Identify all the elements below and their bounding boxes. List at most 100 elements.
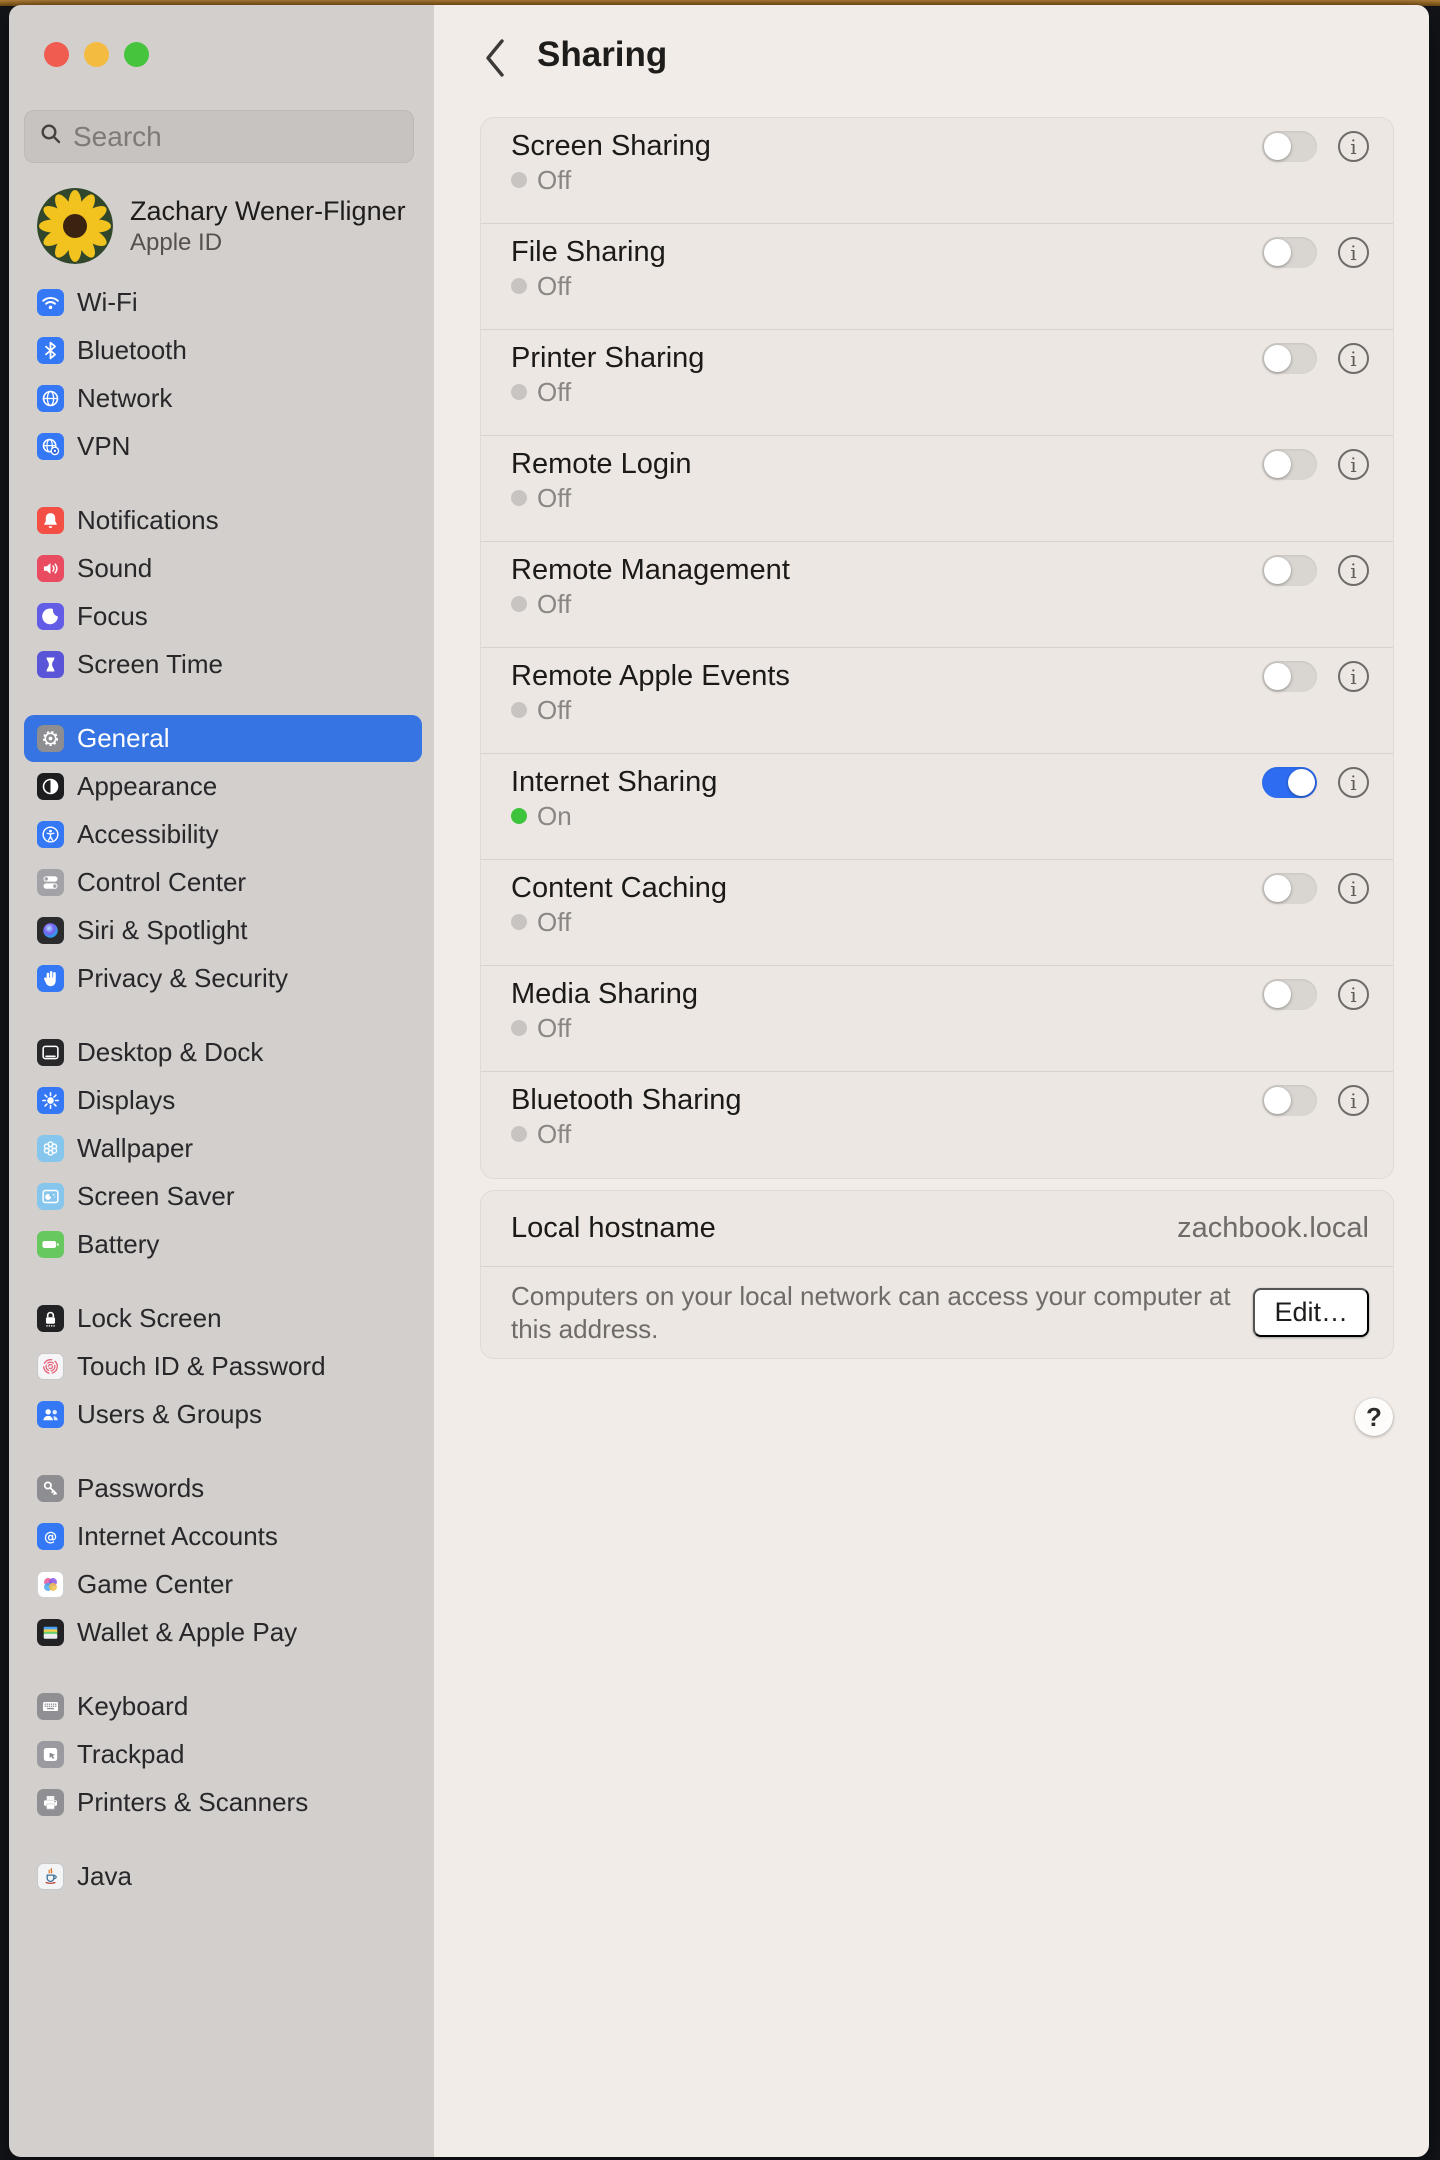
siri-orb-icon	[37, 917, 64, 944]
sidebar-item-siri-spotlight[interactable]: Siri & Spotlight	[24, 907, 422, 954]
sidebar-item-label: Users & Groups	[77, 1399, 262, 1430]
remote-login-info-button[interactable]: i	[1338, 449, 1369, 480]
hourglass-icon	[37, 651, 64, 678]
sidebar-item-label: Focus	[77, 601, 148, 632]
crescent-moon-icon	[37, 603, 64, 630]
edit-hostname-button[interactable]: Edit…	[1253, 1288, 1369, 1337]
sidebar-item-label: Appearance	[77, 771, 217, 802]
sidebar-item-appearance[interactable]: Appearance	[24, 763, 422, 810]
help-button[interactable]: ?	[1355, 1398, 1393, 1436]
appearance-contrast-icon	[37, 773, 64, 800]
sidebar-item-vpn[interactable]: VPN	[24, 423, 422, 470]
status-text: Off	[537, 165, 571, 196]
minimize-button[interactable]	[84, 42, 109, 67]
sidebar-item-screen-time[interactable]: Screen Time	[24, 641, 422, 688]
sidebar-item-label: Trackpad	[77, 1739, 184, 1770]
sidebar-item-game-center[interactable]: Game Center	[24, 1561, 422, 1608]
sidebar-item-sound[interactable]: Sound	[24, 545, 422, 592]
status-dot	[511, 808, 527, 824]
sidebar-item-label: Wallet & Apple Pay	[77, 1617, 297, 1648]
sidebar-item-keyboard[interactable]: Keyboard	[24, 1683, 422, 1730]
sidebar-item-wallpaper[interactable]: Wallpaper	[24, 1125, 422, 1172]
sidebar-item-passwords[interactable]: Passwords	[24, 1465, 422, 1512]
sidebar-item-general[interactable]: General	[24, 715, 422, 762]
apple-id-profile[interactable]: Zachary Wener-Fligner Apple ID	[37, 188, 406, 264]
svg-text:@: @	[44, 1530, 57, 1545]
sharing-row-internet-sharing: Internet Sharing On i	[481, 754, 1393, 860]
file-sharing-info-button[interactable]: i	[1338, 237, 1369, 268]
sidebar-item-internet-accounts[interactable]: @ Internet Accounts	[24, 1513, 422, 1560]
two-people-icon	[37, 1401, 64, 1428]
sidebar-item-label: Accessibility	[77, 819, 219, 850]
remote-login-toggle[interactable]	[1262, 449, 1317, 480]
remote-apple-events-info-button[interactable]: i	[1338, 661, 1369, 692]
close-button[interactable]	[44, 42, 69, 67]
desktop-dock-icon	[37, 1039, 64, 1066]
row-title: Media Sharing	[511, 977, 698, 1011]
sidebar-item-control-center[interactable]: Control Center	[24, 859, 422, 906]
remote-apple-events-toggle[interactable]	[1262, 661, 1317, 692]
media-sharing-info-button[interactable]: i	[1338, 979, 1369, 1010]
sidebar-item-label: Network	[77, 383, 172, 414]
status-text: Off	[537, 377, 571, 408]
sidebar-item-java[interactable]: Java	[24, 1853, 422, 1900]
screen-sharing-toggle[interactable]	[1262, 131, 1317, 162]
bluetooth-sharing-info-button[interactable]: i	[1338, 1085, 1369, 1116]
zoom-button[interactable]	[124, 42, 149, 67]
status-text: Off	[537, 1119, 571, 1150]
sharing-row-screen-sharing: Screen Sharing Off i	[481, 118, 1393, 224]
sidebar: Search	[9, 5, 434, 2157]
remote-management-info-button[interactable]: i	[1338, 555, 1369, 586]
status-text: Off	[537, 483, 571, 514]
sidebar-item-users-groups[interactable]: Users & Groups	[24, 1391, 422, 1438]
sidebar-item-desktop-dock[interactable]: Desktop & Dock	[24, 1029, 422, 1076]
status-text: Off	[537, 907, 571, 938]
file-sharing-toggle[interactable]	[1262, 237, 1317, 268]
printer-sharing-info-button[interactable]: i	[1338, 343, 1369, 374]
toggles-icon	[37, 869, 64, 896]
status-dot	[511, 490, 527, 506]
sidebar-item-touch-id-password[interactable]: Touch ID & Password	[24, 1343, 422, 1390]
sidebar-item-trackpad[interactable]: Trackpad	[24, 1731, 422, 1778]
sidebar-item-wifi[interactable]: Wi-Fi	[24, 279, 422, 326]
toggle-knob	[1264, 1087, 1291, 1114]
internet-sharing-info-button[interactable]: i	[1338, 767, 1369, 798]
local-hostname-value: zachbook.local	[1177, 1212, 1369, 1245]
sidebar-item-label: Desktop & Dock	[77, 1037, 263, 1068]
sidebar-item-privacy-security[interactable]: Privacy & Security	[24, 955, 422, 1002]
printer-sharing-toggle[interactable]	[1262, 343, 1317, 374]
sidebar-item-bluetooth[interactable]: Bluetooth	[24, 327, 422, 374]
content-caching-info-button[interactable]: i	[1338, 873, 1369, 904]
back-button[interactable]	[478, 33, 512, 83]
status-dot	[511, 1020, 527, 1036]
sidebar-item-screen-saver[interactable]: Screen Saver	[24, 1173, 422, 1220]
sharing-row-content-caching: Content Caching Off i	[481, 860, 1393, 966]
sidebar-item-label: Keyboard	[77, 1691, 188, 1722]
status-text: Off	[537, 695, 571, 726]
content-caching-toggle[interactable]	[1262, 873, 1317, 904]
search-input[interactable]: Search	[24, 110, 414, 163]
bluetooth-sharing-toggle[interactable]	[1262, 1085, 1317, 1116]
sidebar-item-notifications[interactable]: Notifications	[24, 497, 422, 544]
sidebar-item-label: Control Center	[77, 867, 246, 898]
sidebar-item-displays[interactable]: Displays	[24, 1077, 422, 1124]
sidebar-item-printers-scanners[interactable]: Printers & Scanners	[24, 1779, 422, 1826]
screen-sharing-info-button[interactable]: i	[1338, 131, 1369, 162]
sidebar-item-focus[interactable]: Focus	[24, 593, 422, 640]
remote-management-toggle[interactable]	[1262, 555, 1317, 586]
sharing-services-card: Screen Sharing Off i File Sharing Off i	[480, 117, 1394, 1179]
sidebar-item-network[interactable]: Network	[24, 375, 422, 422]
row-title: Remote Apple Events	[511, 659, 790, 693]
media-sharing-toggle[interactable]	[1262, 979, 1317, 1010]
sidebar-item-lock-screen[interactable]: Lock Screen	[24, 1295, 422, 1342]
sidebar-item-battery[interactable]: Battery	[24, 1221, 422, 1268]
local-hostname-card: Local hostname zachbook.local Computers …	[480, 1190, 1394, 1359]
status-dot	[511, 1126, 527, 1142]
internet-sharing-toggle[interactable]	[1262, 767, 1317, 798]
sidebar-item-wallet-apple-pay[interactable]: Wallet & Apple Pay	[24, 1609, 422, 1656]
status-text: Off	[537, 271, 571, 302]
sun-icon	[37, 1087, 64, 1114]
status-dot	[511, 278, 527, 294]
sidebar-item-accessibility[interactable]: Accessibility	[24, 811, 422, 858]
status-dot	[511, 384, 527, 400]
